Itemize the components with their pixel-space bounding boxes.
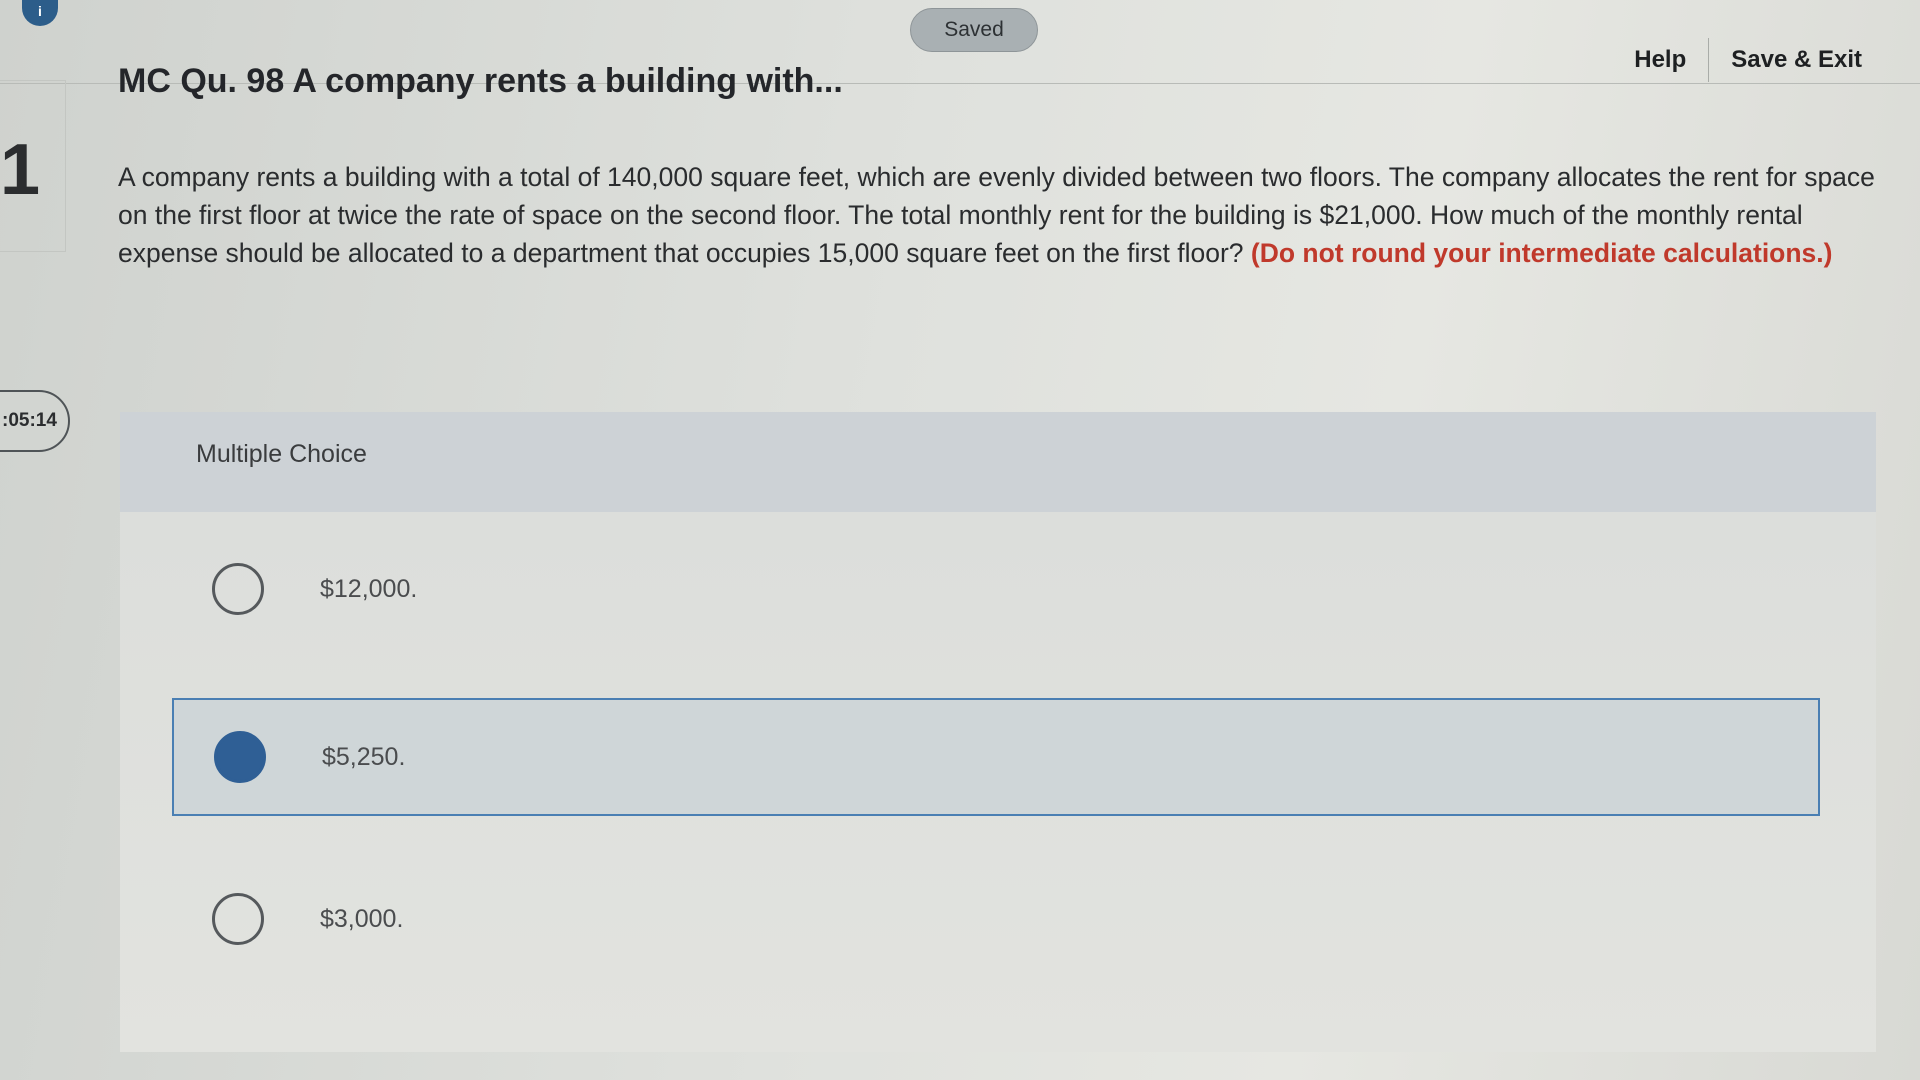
multiple-choice-label: Multiple Choice xyxy=(196,440,367,468)
top-links: Help Save & Exit xyxy=(1612,38,1884,82)
question-number-box[interactable]: 1 xyxy=(0,80,66,252)
choice-option-3[interactable]: $3,000. xyxy=(172,860,1820,978)
radio-button[interactable] xyxy=(212,893,264,945)
choice-option-1[interactable]: $12,000. xyxy=(172,530,1820,648)
radio-button[interactable] xyxy=(212,563,264,615)
info-icon[interactable]: i xyxy=(22,0,58,26)
question-number: 1 xyxy=(0,130,41,210)
choice-text: $5,250. xyxy=(322,742,406,771)
multiple-choice-panel: Multiple Choice $12,000. $5,250. $3,000. xyxy=(120,412,1876,1052)
radio-button-selected[interactable] xyxy=(214,731,266,783)
save-and-exit-button[interactable]: Save & Exit xyxy=(1709,46,1884,74)
question-body: A company rents a building with a total … xyxy=(118,158,1888,272)
question-title: MC Qu. 98 A company rents a building wit… xyxy=(118,62,843,100)
choice-option-2[interactable]: $5,250. xyxy=(172,698,1820,816)
help-link[interactable]: Help xyxy=(1612,46,1708,74)
saved-status-badge: Saved xyxy=(910,8,1038,52)
choice-text: $12,000. xyxy=(320,574,418,603)
timer-badge: :05:14 xyxy=(0,390,70,452)
question-note: (Do not round your intermediate calculat… xyxy=(1250,238,1833,268)
assessment-page: i Saved Help Save & Exit 1 :05:14 MC Qu.… xyxy=(0,0,1920,1080)
choice-text: $3,000. xyxy=(320,904,404,933)
